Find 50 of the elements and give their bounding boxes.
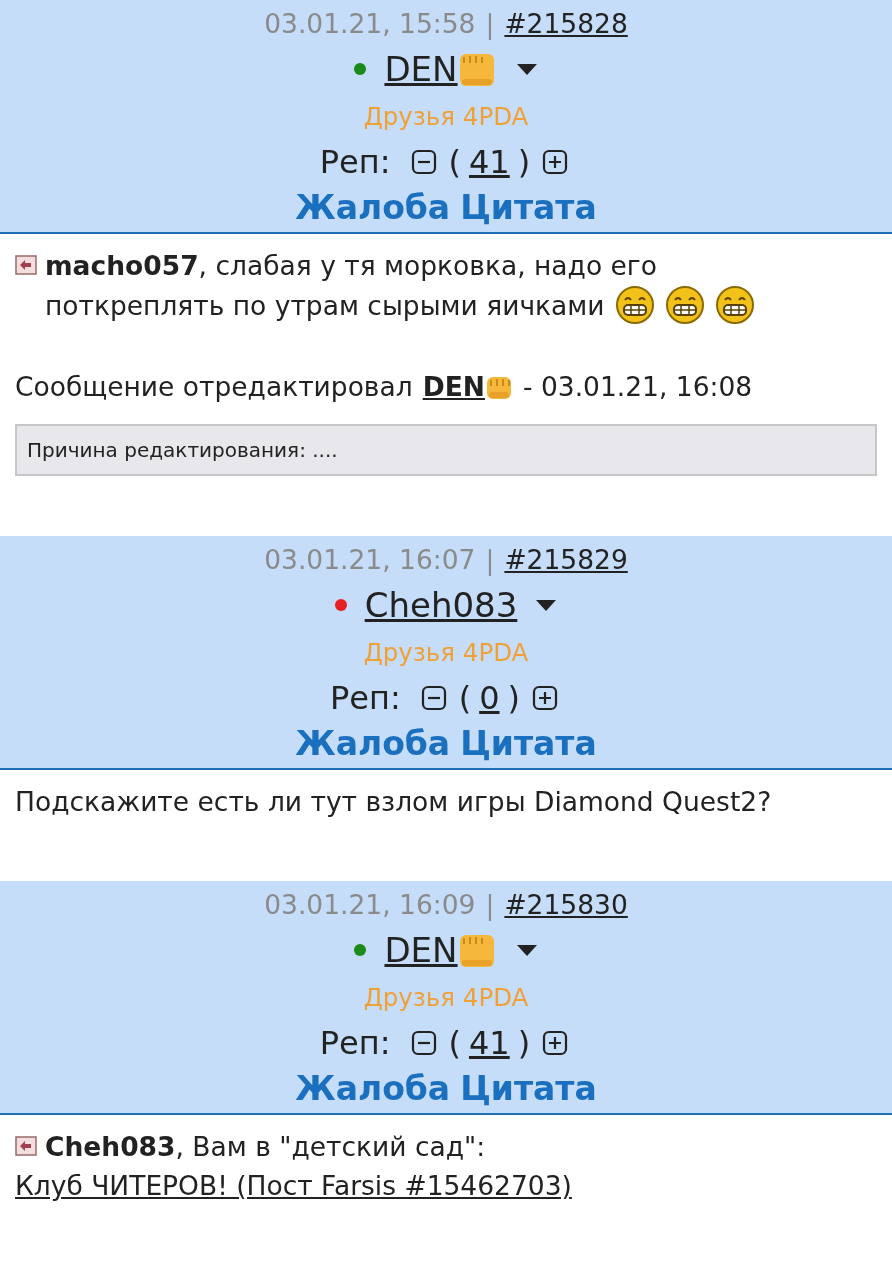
post-date: 03.01.21, 15:58 xyxy=(264,7,476,39)
minus-icon[interactable] xyxy=(420,685,447,711)
post-number-link[interactable]: #215828 xyxy=(504,7,628,39)
reputation-label: Реп: xyxy=(330,679,401,717)
post-text: Подскажите есть ли тут взлом игры Diamond Quest2? xyxy=(15,785,773,819)
edit-reason-box: Причина редактирования: .... xyxy=(15,424,877,476)
action-link[interactable]: Жалоба xyxy=(295,1068,451,1108)
action-link[interactable]: Цитата xyxy=(460,723,597,763)
reputation-count-link[interactable]: 41 xyxy=(469,1024,510,1062)
plus-icon[interactable] xyxy=(542,149,569,175)
parenthesis: ) xyxy=(517,143,531,181)
separator: | xyxy=(485,543,495,575)
parenthesis: ) xyxy=(507,679,520,717)
action-link[interactable]: Цитата xyxy=(460,187,597,227)
minus-icon[interactable] xyxy=(410,149,437,175)
action-link[interactable]: Жалоба xyxy=(295,187,451,227)
user-group: Друзья 4PDA xyxy=(0,92,892,140)
action-link[interactable]: Цитата xyxy=(460,1068,597,1108)
editor-link[interactable]: DEN xyxy=(422,367,515,406)
edit-note: Сообщение отредактировал xyxy=(15,371,413,402)
parenthesis: ( xyxy=(448,1024,461,1062)
post-date: 03.01.21, 16:09 xyxy=(264,888,476,920)
edit-time: - 03.01.21, 16:08 xyxy=(522,371,753,402)
caret-icon[interactable] xyxy=(535,598,558,612)
reputation-count-link[interactable]: 0 xyxy=(479,679,500,717)
separator: | xyxy=(485,888,495,920)
minus-icon[interactable] xyxy=(410,1030,437,1056)
parenthesis: ( xyxy=(448,143,461,181)
separator: | xyxy=(485,7,495,39)
reputation-label: Реп: xyxy=(319,143,391,181)
reputation-count-link[interactable]: 41 xyxy=(469,143,510,181)
post-date: 03.01.21, 16:07 xyxy=(264,543,476,575)
post-link[interactable]: Клуб ЧИТЕРОВ! (Пост Farsis #15462703) xyxy=(15,1170,572,1201)
post-number-link[interactable]: #215830 xyxy=(504,888,628,920)
user-group: Друзья 4PDA xyxy=(0,628,892,676)
parenthesis: ) xyxy=(517,1024,531,1062)
nickname-link[interactable]: DEN xyxy=(384,930,498,970)
caret-icon[interactable] xyxy=(515,943,538,957)
plus-icon[interactable] xyxy=(532,685,558,711)
reply-text: macho057, слабая у тя морковка, надо его поткреплять по утрам сырыми яичками xyxy=(45,250,657,321)
reply-text: Cheh083, Вам в "детский сад": xyxy=(45,1131,486,1162)
parenthesis: ( xyxy=(458,679,472,717)
caret-icon[interactable] xyxy=(515,62,538,76)
plus-icon[interactable] xyxy=(542,1030,569,1056)
user-group: Друзья 4PDA xyxy=(0,973,892,1021)
nickname-link[interactable]: DEN xyxy=(384,49,498,89)
action-link[interactable]: Жалоба xyxy=(295,723,451,763)
reputation-label: Реп: xyxy=(319,1024,391,1062)
post-number-link[interactable]: #215829 xyxy=(504,543,628,575)
nickname-link[interactable]: Cheh083 xyxy=(364,585,518,625)
